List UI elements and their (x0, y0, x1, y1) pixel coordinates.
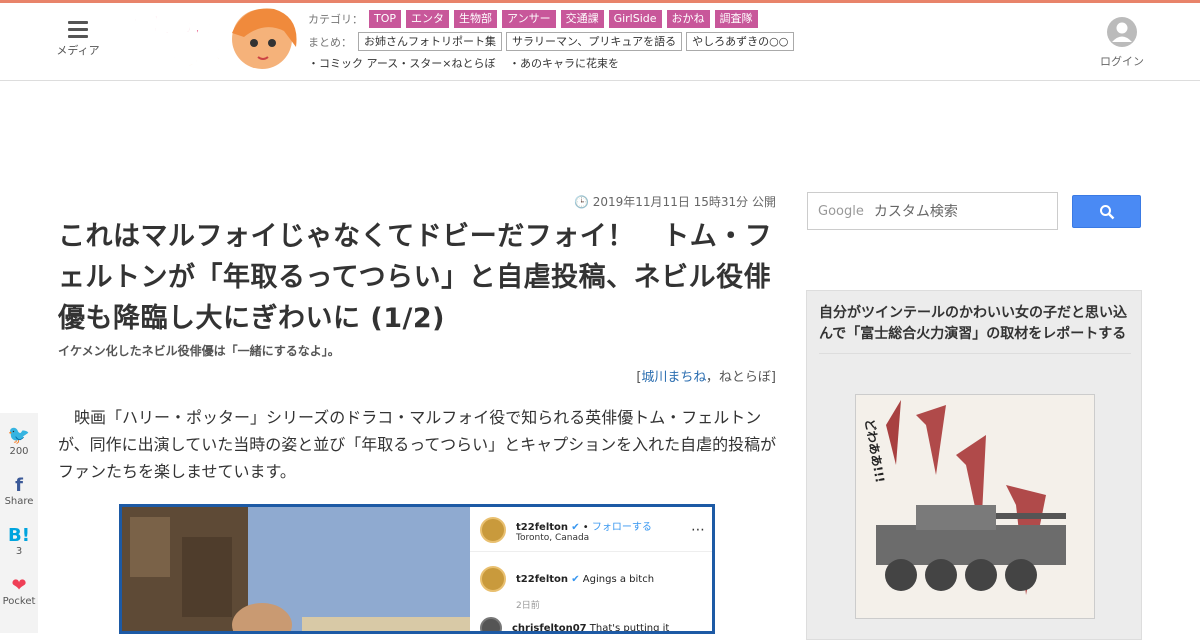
twitter-share-button[interactable]: 🐦 200 (0, 425, 38, 463)
avatar (480, 566, 506, 592)
verified-icon: ✔ (571, 573, 580, 585)
sidebar-feature[interactable]: 自分がツインテールのかわいい女の子だと思い込んで「富士総合火力演習」の取材をレポ… (806, 290, 1142, 640)
matome-heading: まとめ： (308, 35, 352, 49)
instagram-location: Toronto, Canada (516, 532, 590, 543)
commenter-name[interactable]: chrisfelton07 (512, 623, 587, 632)
sidebar-feature-title[interactable]: 自分がツインテールのかわいい女の子だと思い込んで「富士総合火力演習」の取材をレポ… (819, 303, 1131, 354)
user-icon (1107, 17, 1137, 47)
byline: [城川まちね，ねとらぼ] (636, 370, 776, 385)
instagram-caption: Agings a bitch (582, 573, 655, 585)
instagram-ago: 2日前 (516, 601, 540, 611)
author-link[interactable]: 城川まちね (641, 370, 705, 385)
pocket-icon: ❤ (11, 575, 27, 596)
instagram-user[interactable]: t22felton (516, 522, 568, 533)
article-image[interactable]: t22felton ✔ • フォローする Toronto, Canada ⋯ t… (119, 504, 715, 634)
instagram-photo (122, 507, 470, 631)
comment-text: That's putting it (589, 622, 670, 634)
matome-tag[interactable]: お姉さんフォトリポート集 (358, 32, 502, 51)
search-input[interactable]: Google カスタム検索 (807, 192, 1058, 230)
pocket-label: Pocket (2, 596, 36, 607)
publish-date: 🕒 2019年11月11日 15時31分 公開 (574, 193, 776, 210)
verified-icon: ✔ (571, 521, 580, 533)
site-name: ねとらぼ (718, 370, 771, 385)
logo-text-sub: エンタ (162, 43, 225, 75)
site-logo[interactable]: ねとらぼ エンタ (124, 3, 304, 81)
category-nav: カテゴリ： TOP エンタ 生物部 アンサー 交通課 GirlSide おかね … (308, 9, 798, 71)
header-link[interactable]: ・あのキャラに花束を (509, 57, 619, 70)
login-button[interactable]: ログイン (1098, 17, 1146, 69)
search-icon (1099, 204, 1114, 219)
category-tag[interactable]: TOP (369, 9, 402, 28)
category-tag[interactable]: エンタ (406, 9, 450, 28)
category-heading: カテゴリ： (308, 12, 363, 26)
media-menu-button[interactable]: メディア (52, 21, 104, 58)
article-body: 映画「ハリー・ポッター」シリーズのドラコ・マルフォイ役で知られる英俳優トム・フェ… (58, 408, 777, 481)
publish-date-text: 2019年11月11日 15時31分 公開 (592, 195, 776, 209)
instagram-user[interactable]: t22felton (516, 574, 568, 585)
sidebar-feature-image[interactable]: どわああ!!! (855, 394, 1095, 619)
category-tag[interactable]: GirlSide (608, 9, 662, 28)
category-tag[interactable]: 調査隊 (714, 9, 758, 28)
twitter-icon: 🐦 (7, 425, 31, 446)
category-tag[interactable]: 生物部 (454, 9, 498, 28)
media-menu-label: メディア (56, 44, 100, 57)
matome-tag[interactable]: サラリーマン、プリキュアを語る (506, 32, 683, 51)
hamburger-icon (68, 21, 88, 38)
avatar (480, 617, 502, 631)
article-title: これはマルフォイじゃなくてドビーだフォイ！ トム・フェルトンが「年取るってつらい… (58, 221, 773, 334)
hatena-share-button[interactable]: B! 3 (0, 525, 38, 563)
google-brand: Google (818, 203, 864, 219)
category-tag[interactable]: おかね (666, 9, 710, 28)
facebook-icon: f (15, 475, 23, 496)
search-placeholder: カスタム検索 (873, 204, 958, 220)
avatar (480, 517, 506, 543)
clock-icon: 🕒 (573, 195, 589, 209)
pocket-share-button[interactable]: ❤ Pocket (0, 575, 38, 613)
follow-link[interactable]: フォローする (592, 522, 652, 533)
matome-tag[interactable]: やしろあずきの○○ (686, 32, 795, 51)
hatena-count: 3 (15, 546, 23, 557)
header-link[interactable]: ・コミック アース・スター×ねとらぼ (308, 57, 496, 70)
category-tag[interactable]: アンサー (502, 9, 556, 28)
facebook-label: Share (4, 496, 34, 507)
facebook-share-button[interactable]: f Share (0, 475, 38, 513)
instagram-panel: t22felton ✔ • フォローする Toronto, Canada ⋯ t… (470, 507, 712, 634)
hatena-icon: B! (8, 525, 30, 546)
article-subtitle: イケメン化したネビル役俳優は「一緒にするなよ」。 (58, 344, 340, 358)
login-label: ログイン (1100, 55, 1144, 68)
logo-text-main: ねとらぼ (128, 14, 217, 39)
search-button[interactable] (1072, 195, 1141, 228)
category-tag[interactable]: 交通課 (560, 9, 604, 28)
share-bar: 🐦 200 f Share B! 3 ❤ Pocket (0, 413, 38, 633)
twitter-count: 200 (9, 446, 29, 457)
more-options-icon[interactable]: ⋯ (691, 522, 705, 538)
site-header: メディア ねとらぼ エンタ カテゴリ： TOP エンタ 生物部 アンサー 交通課… (0, 3, 1200, 81)
